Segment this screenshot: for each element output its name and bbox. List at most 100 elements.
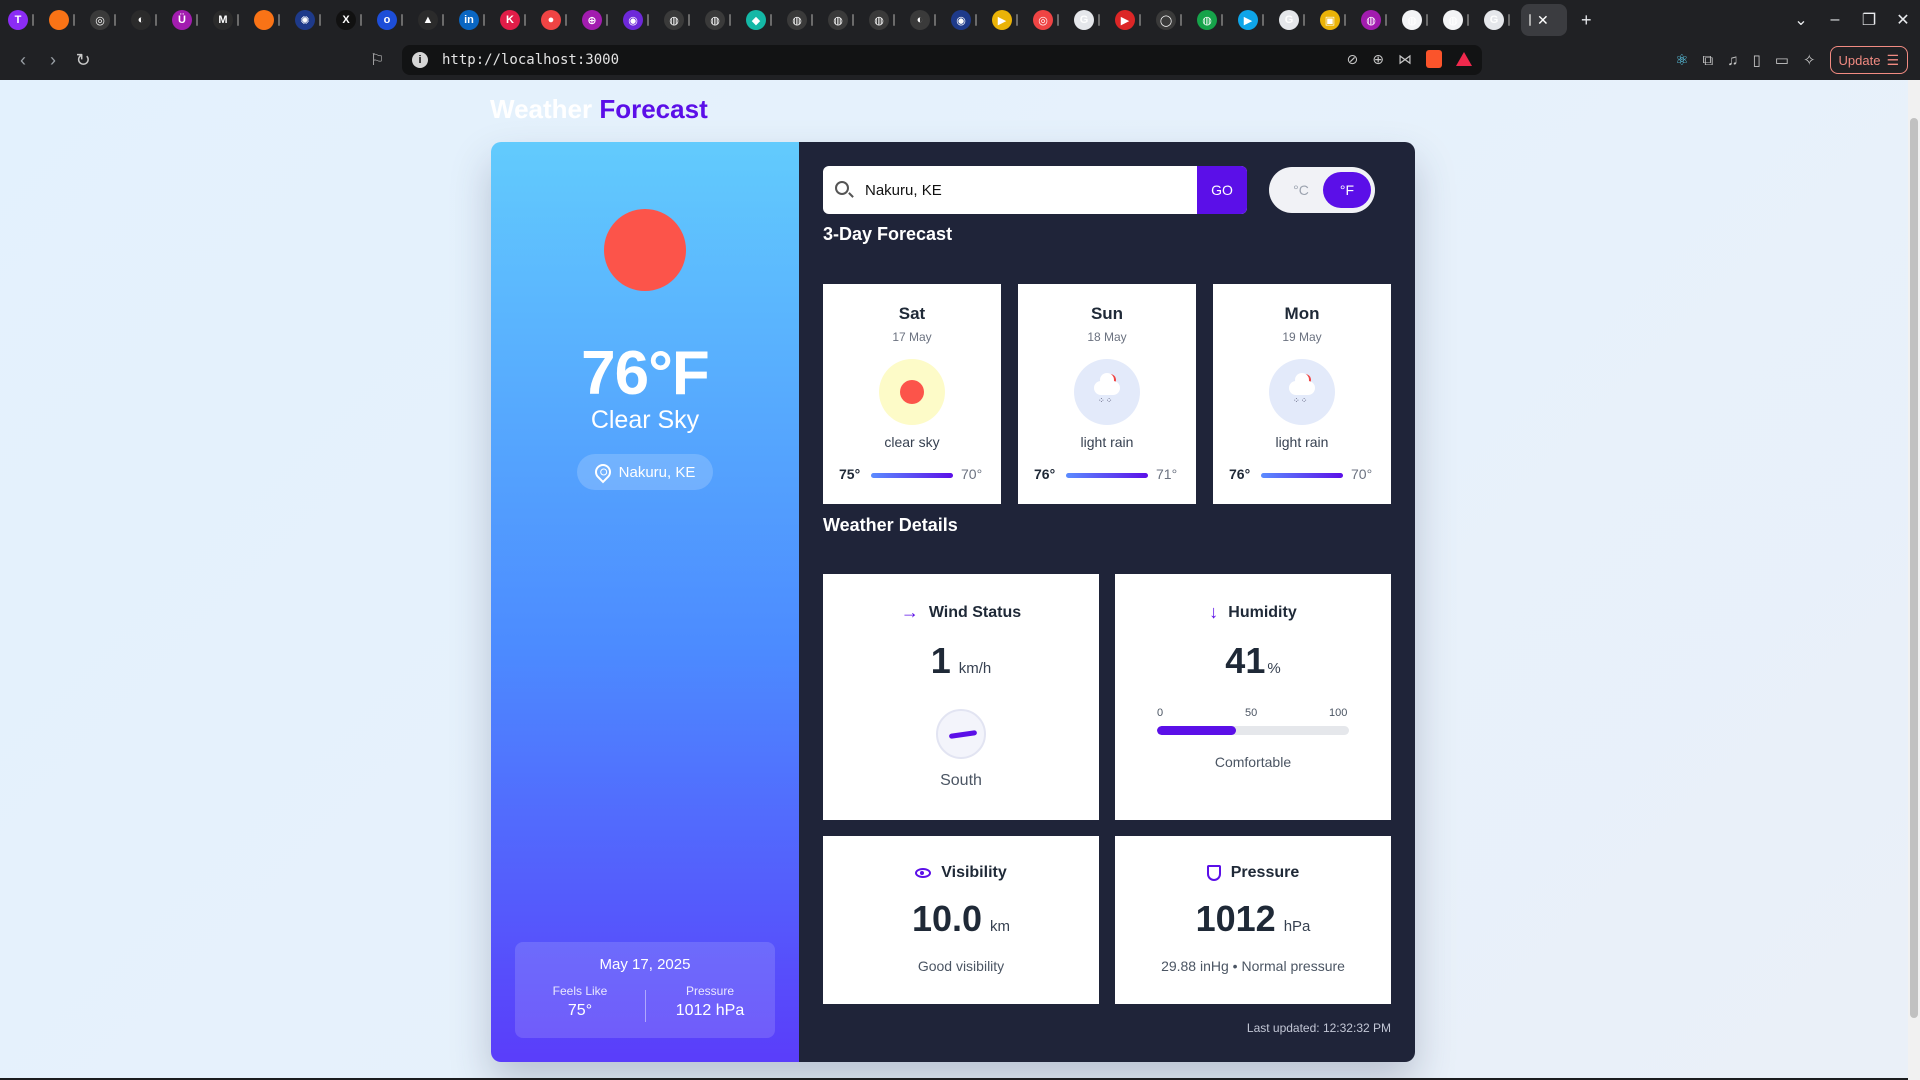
pressure-value: 1012 hPa	[1115, 898, 1391, 940]
browser-tab[interactable]: ◆	[738, 4, 779, 36]
browser-tab[interactable]: in	[451, 4, 492, 36]
browser-tab[interactable]: o	[369, 4, 410, 36]
sun-icon	[879, 359, 945, 425]
reload-icon[interactable]: ↻	[68, 50, 98, 71]
browser-tab[interactable]: G	[1476, 4, 1517, 36]
page-scrollbar[interactable]	[1908, 80, 1920, 1080]
forecast-high: 76°	[1034, 466, 1056, 482]
active-browser-tab[interactable]: ✕	[1521, 4, 1567, 36]
browser-tab[interactable]: ✺	[287, 4, 328, 36]
city-search-input[interactable]	[865, 166, 1185, 214]
address-bar[interactable]: i http://localhost:3000 ⊘ ⊕ ⋈	[402, 45, 1482, 75]
tab-title-fragment	[1508, 14, 1510, 26]
tab-search-icon[interactable]: ⌄	[1784, 10, 1818, 30]
wind-unit: km/h	[958, 660, 992, 677]
react-devtools-icon[interactable]: ⚛	[1675, 51, 1688, 69]
restore-icon[interactable]: ❐	[1852, 10, 1886, 30]
browser-tab[interactable]: ◍	[1353, 4, 1394, 36]
tab-favicon-icon: ◍	[1402, 10, 1422, 30]
browser-tab[interactable]: ◍	[697, 4, 738, 36]
browser-tab[interactable]: ◉	[943, 4, 984, 36]
pressure-value: 1012 hPa	[675, 1002, 745, 1019]
bookmark-icon[interactable]: ⚐	[370, 50, 384, 70]
tab-title-fragment	[442, 14, 444, 26]
browser-tab[interactable]: M	[205, 4, 246, 36]
tab-favicon-icon: K	[500, 10, 520, 30]
new-tab-icon[interactable]: +	[1581, 10, 1592, 31]
address-url[interactable]: http://localhost:3000	[442, 52, 619, 68]
back-icon[interactable]: ‹	[8, 50, 38, 71]
wind-value: 1 km/h	[823, 640, 1099, 682]
browser-tab[interactable]: ◍	[861, 4, 902, 36]
browser-tab[interactable]: T	[0, 4, 41, 36]
zoom-icon[interactable]: ⊕	[1372, 51, 1384, 68]
browser-tab[interactable]: ◉	[615, 4, 656, 36]
browser-tab[interactable]: ◍	[656, 4, 697, 36]
current-date: May 17, 2025	[599, 956, 691, 973]
tab-favicon-icon: ◐	[910, 10, 930, 30]
browser-tab[interactable]: G	[1066, 4, 1107, 36]
browser-tab[interactable]: ▶	[1230, 4, 1271, 36]
browser-tab[interactable]: ◎	[1025, 4, 1066, 36]
tab-title-fragment	[196, 14, 198, 26]
visibility-title-label: Visibility	[941, 864, 1007, 881]
scrollbar-thumb[interactable]	[1910, 118, 1918, 1018]
browser-tab[interactable]: ◍	[1435, 4, 1476, 36]
share-icon[interactable]: ⋈	[1398, 51, 1412, 68]
wallet-icon[interactable]: ▭	[1775, 51, 1789, 69]
tracking-icon[interactable]: ⊘	[1347, 51, 1359, 68]
browser-tab[interactable]	[246, 4, 287, 36]
humidity-note: Comfortable	[1214, 754, 1292, 770]
minimize-icon[interactable]: –	[1818, 11, 1852, 29]
forecast-panel: GO °C °F 3-Day Forecast Sat 17 May clear…	[799, 142, 1415, 1062]
sidebar-icon[interactable]: ▯	[1752, 51, 1760, 69]
browser-tab[interactable]: ◍	[779, 4, 820, 36]
brave-rewards-icon[interactable]	[1456, 52, 1472, 66]
celsius-option[interactable]: °C	[1279, 172, 1323, 208]
close-window-icon[interactable]: ✕	[1886, 10, 1920, 30]
page-body: Weather Forecast 76°F Clear Sky Nakuru, …	[0, 80, 1908, 1078]
forecast-card: Mon 19 May ⁘⁘ light rain 76° 70°	[1213, 284, 1391, 504]
site-info-icon[interactable]: i	[412, 52, 428, 68]
browser-tab[interactable]: ⊕	[574, 4, 615, 36]
browser-tab[interactable]: Ü	[164, 4, 205, 36]
tab-favicon-icon: ▶	[1115, 10, 1135, 30]
browser-tab[interactable]: X	[328, 4, 369, 36]
browser-tab[interactable]: ▣	[1312, 4, 1353, 36]
browser-tab[interactable]: ◍	[1189, 4, 1230, 36]
forward-icon[interactable]: ›	[38, 50, 68, 71]
browser-tab[interactable]	[41, 4, 82, 36]
browser-tab[interactable]: ◐	[902, 4, 943, 36]
extensions-icon[interactable]: ⧉	[1703, 52, 1714, 69]
browser-tab[interactable]: ◍	[820, 4, 861, 36]
browser-tab[interactable]: ●	[533, 4, 574, 36]
go-button[interactable]: GO	[1197, 166, 1247, 214]
media-icon[interactable]: ♫	[1727, 52, 1738, 69]
update-label: Update	[1838, 52, 1881, 68]
browser-tab[interactable]: ▶	[1107, 4, 1148, 36]
fahrenheit-option[interactable]: °F	[1323, 172, 1371, 208]
close-tab-icon[interactable]: ✕	[1537, 12, 1549, 29]
browser-tab[interactable]: ◎	[82, 4, 123, 36]
brave-shields-icon[interactable]	[1426, 50, 1442, 68]
browser-tab[interactable]: ▶	[984, 4, 1025, 36]
tab-title-fragment	[32, 14, 34, 26]
update-button[interactable]: Update ☰	[1829, 46, 1908, 74]
browser-tab[interactable]: ◍	[1394, 4, 1435, 36]
tab-title-fragment	[73, 14, 75, 26]
browser-tab[interactable]: G	[1271, 4, 1312, 36]
humidity-bar	[1157, 726, 1349, 735]
browser-tab[interactable]: ▲	[410, 4, 451, 36]
browser-tab[interactable]: ◯	[1148, 4, 1189, 36]
visibility-unit: km	[990, 918, 1011, 935]
browser-tab[interactable]: K	[492, 4, 533, 36]
unit-toggle[interactable]: °C °F	[1269, 167, 1375, 213]
browser-tab[interactable]: ◐	[123, 4, 164, 36]
shield-icon	[1206, 865, 1221, 881]
humidity-card: ↓ Humidity 41% 0 50 100 Comfortable	[1115, 574, 1391, 820]
leo-ai-icon[interactable]: ✧	[1803, 51, 1816, 69]
tab-title-fragment	[975, 14, 977, 26]
tab-title-fragment	[155, 14, 157, 26]
humidity-bar-fill	[1157, 726, 1236, 735]
humidity-value: 41%	[1115, 640, 1391, 682]
